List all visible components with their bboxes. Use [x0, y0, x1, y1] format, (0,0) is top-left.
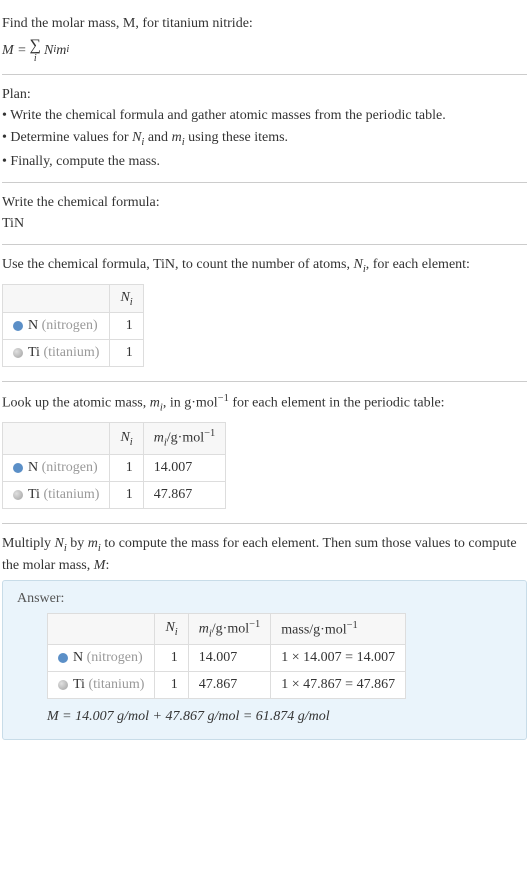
- element-symbol: N: [28, 460, 38, 475]
- element-dot-icon: [58, 680, 68, 690]
- header-N: Ni: [155, 614, 188, 645]
- table-header-row: Ni mi/g·mol−1: [3, 423, 226, 454]
- count-var: N: [354, 257, 363, 272]
- element-label: (titanium): [40, 487, 100, 502]
- formula-m: m: [56, 41, 66, 61]
- element-cell: N (nitrogen): [48, 645, 155, 672]
- m-cell: 47.867: [143, 481, 226, 508]
- answer-box: Answer: Ni mi/g·mol−1 mass/g·mol−1 N (ni…: [2, 580, 527, 740]
- sigma-sub: i: [34, 54, 37, 64]
- chem-formula-value: TiN: [2, 214, 527, 234]
- element-dot-icon: [13, 321, 23, 331]
- table-row: N (nitrogen) 1 14.007: [3, 454, 226, 481]
- element-symbol: N: [28, 318, 38, 333]
- N-cell: 1: [110, 454, 143, 481]
- m-cell: 47.867: [188, 672, 271, 699]
- table-row: N (nitrogen) 1: [3, 313, 144, 340]
- plan-bullet-2: • Determine values for Ni and mi using t…: [2, 128, 527, 150]
- N-cell: 1: [110, 313, 143, 340]
- intro-prompt: Find the molar mass, M, for titanium nit…: [2, 14, 527, 34]
- table-header-row: Ni mi/g·mol−1 mass/g·mol−1: [48, 614, 406, 645]
- table-row: Ti (titanium) 1: [3, 340, 144, 367]
- answer-label: Answer:: [17, 591, 512, 607]
- element-dot-icon: [58, 653, 68, 663]
- N-cell: 1: [110, 481, 143, 508]
- element-cell: N (nitrogen): [3, 454, 110, 481]
- plan-bullet-1: • Write the chemical formula and gather …: [2, 106, 527, 126]
- mass-sup: −1: [218, 393, 229, 404]
- compute-v2: m: [88, 536, 98, 551]
- element-cell: Ti (titanium): [3, 340, 110, 367]
- mass-text: Look up the atomic mass, mi, in g·mol−1 …: [2, 392, 527, 416]
- header-N: Ni: [110, 423, 143, 454]
- answer-table: Ni mi/g·mol−1 mass/g·mol−1 N (nitrogen) …: [47, 613, 406, 699]
- element-label: (nitrogen): [38, 460, 97, 475]
- mass-cell: 1 × 14.007 = 14.007: [271, 645, 406, 672]
- element-symbol: N: [73, 650, 83, 665]
- count-text-post: , for each element:: [366, 257, 470, 272]
- final-equation: M = 14.007 g/mol + 47.867 g/mol = 61.874…: [47, 709, 512, 725]
- mass-cell: 1 × 47.867 = 47.867: [271, 672, 406, 699]
- element-symbol: Ti: [28, 487, 40, 502]
- plan-section: Plan: • Write the chemical formula and g…: [2, 75, 527, 183]
- N-cell: 1: [110, 340, 143, 367]
- sigma-icon: ∑ i: [30, 38, 41, 64]
- element-symbol: Ti: [28, 345, 40, 360]
- element-dot-icon: [13, 463, 23, 473]
- compute-v3: M: [94, 558, 106, 573]
- element-dot-icon: [13, 490, 23, 500]
- count-atoms-section: Use the chemical formula, TiN, to count …: [2, 245, 527, 382]
- count-table: Ni N (nitrogen) 1 Ti (titanium) 1: [2, 284, 144, 368]
- intro-section: Find the molar mass, M, for titanium nit…: [2, 4, 527, 75]
- mass-text-mid: , in g·mol: [163, 396, 218, 411]
- element-label: (titanium): [40, 345, 100, 360]
- compute-section: Multiply Ni by mi to compute the mass fo…: [2, 524, 527, 749]
- element-cell: N (nitrogen): [3, 313, 110, 340]
- mass-var: m: [150, 396, 160, 411]
- element-cell: Ti (titanium): [48, 672, 155, 699]
- formula-m-sub: i: [66, 43, 69, 58]
- header-element: [48, 614, 155, 645]
- header-element: [3, 423, 110, 454]
- m-cell: 14.007: [143, 454, 226, 481]
- element-symbol: Ti: [73, 677, 85, 692]
- molar-mass-formula: M = ∑ i Nimi: [2, 38, 69, 64]
- compute-t4: :: [105, 558, 109, 573]
- header-m: mi/g·mol−1: [143, 423, 226, 454]
- N-cell: 1: [155, 672, 188, 699]
- mass-text-post: for each element in the periodic table:: [229, 396, 445, 411]
- chem-formula-heading: Write the chemical formula:: [2, 193, 527, 213]
- header-m: mi/g·mol−1: [188, 614, 271, 645]
- table-header-row: Ni: [3, 284, 144, 313]
- header-N: Ni: [110, 284, 143, 313]
- plan-bullet-3: • Finally, compute the mass.: [2, 152, 527, 172]
- element-dot-icon: [13, 348, 23, 358]
- table-row: N (nitrogen) 1 14.007 1 × 14.007 = 14.00…: [48, 645, 406, 672]
- chemical-formula-section: Write the chemical formula: TiN: [2, 183, 527, 245]
- formula-lhs: M =: [2, 41, 27, 61]
- compute-text: Multiply Ni by mi to compute the mass fo…: [2, 534, 527, 576]
- element-label: (nitrogen): [83, 650, 142, 665]
- compute-t2: by: [67, 536, 88, 551]
- N-cell: 1: [155, 645, 188, 672]
- mass-table: Ni mi/g·mol−1 N (nitrogen) 1 14.007 Ti (…: [2, 422, 226, 508]
- mass-text-pre: Look up the atomic mass,: [2, 396, 150, 411]
- formula-N: N: [44, 41, 53, 61]
- compute-t1: Multiply: [2, 536, 55, 551]
- compute-v1: N: [55, 536, 64, 551]
- answer-inner: Ni mi/g·mol−1 mass/g·mol−1 N (nitrogen) …: [17, 613, 512, 725]
- header-element: [3, 284, 110, 313]
- count-text: Use the chemical formula, TiN, to count …: [2, 255, 527, 277]
- table-row: Ti (titanium) 1 47.867: [3, 481, 226, 508]
- table-row: Ti (titanium) 1 47.867 1 × 47.867 = 47.8…: [48, 672, 406, 699]
- m-cell: 14.007: [188, 645, 271, 672]
- header-mass: mass/g·mol−1: [271, 614, 406, 645]
- plan-heading: Plan:: [2, 85, 527, 105]
- element-label: (nitrogen): [38, 318, 97, 333]
- atomic-mass-section: Look up the atomic mass, mi, in g·mol−1 …: [2, 382, 527, 524]
- element-cell: Ti (titanium): [3, 481, 110, 508]
- count-text-pre: Use the chemical formula, TiN, to count …: [2, 257, 354, 272]
- element-label: (titanium): [85, 677, 145, 692]
